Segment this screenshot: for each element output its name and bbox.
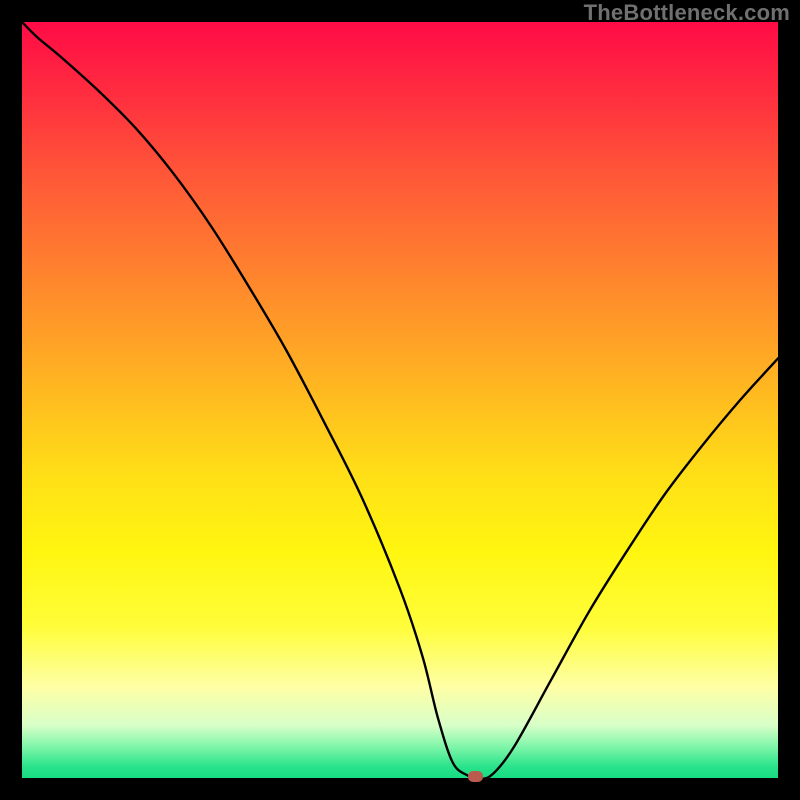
bottleneck-curve — [22, 22, 778, 778]
curve-path — [22, 22, 778, 779]
chart-frame: TheBottleneck.com — [0, 0, 800, 800]
ideal-point-marker — [468, 771, 483, 782]
